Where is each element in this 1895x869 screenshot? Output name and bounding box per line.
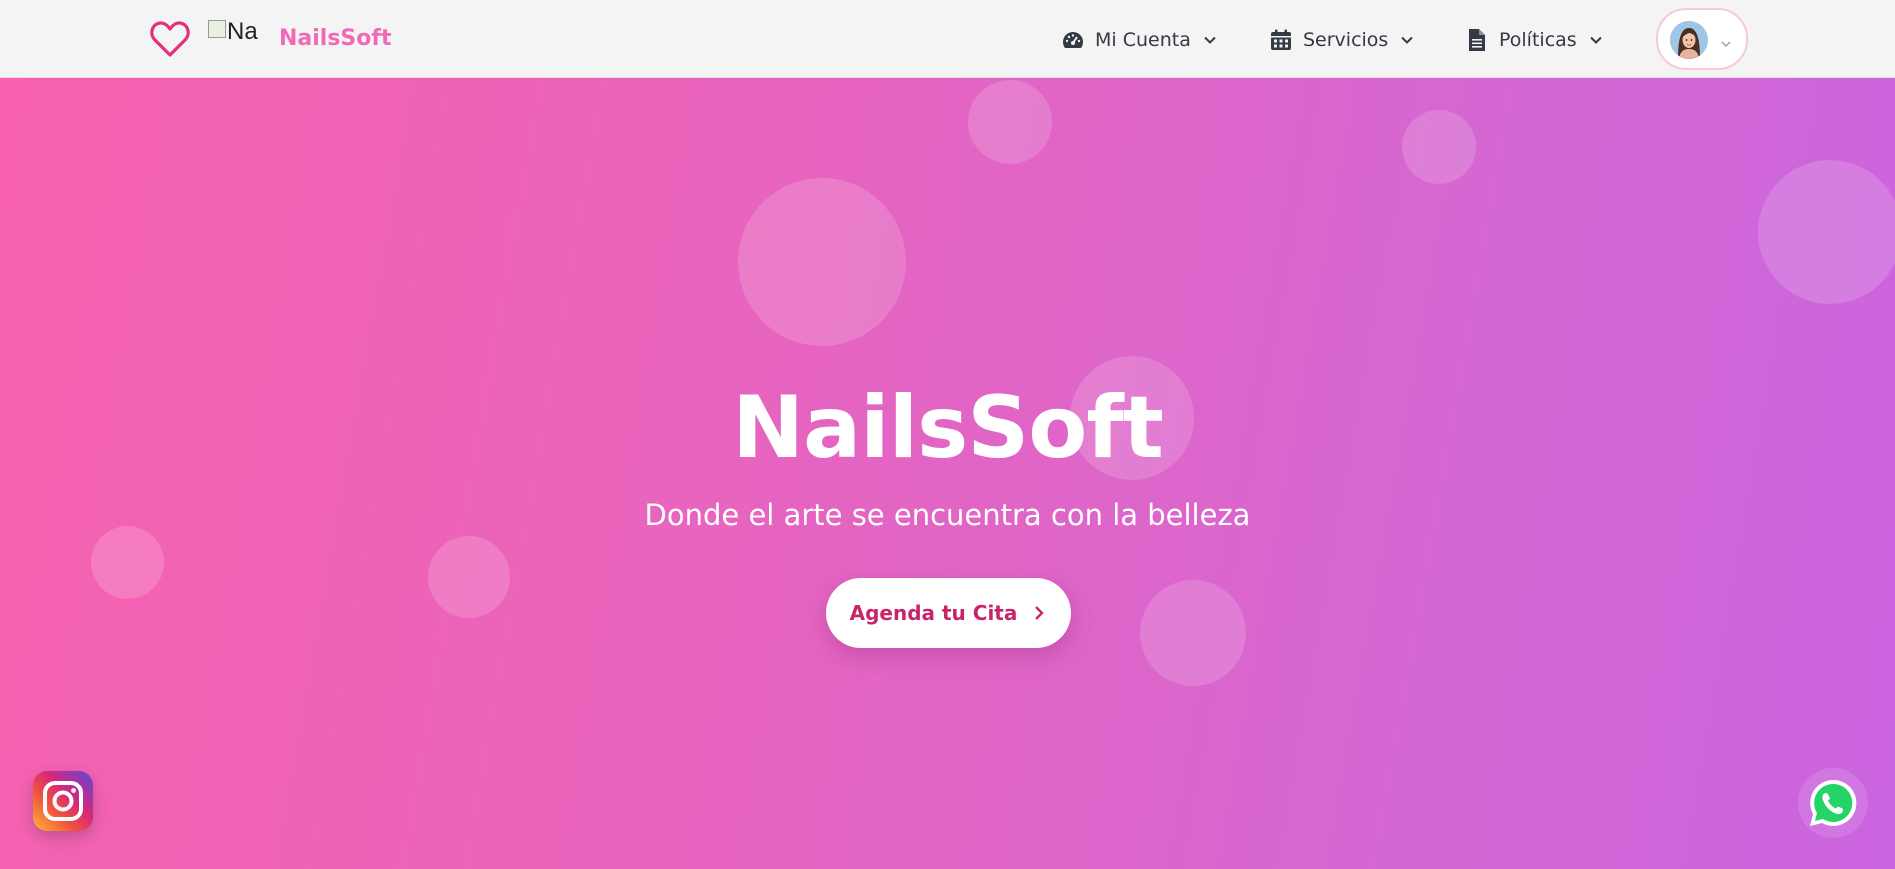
book-appointment-label: Agenda tu Cita [849, 601, 1018, 625]
hero-title: NailsSoft [732, 378, 1164, 478]
book-appointment-button[interactable]: Agenda tu Cita [826, 578, 1071, 648]
brand-logo-alt-text: Na [227, 18, 258, 45]
nav-politicas-label: Políticas [1499, 29, 1577, 51]
nav-politicas[interactable]: Políticas [1465, 26, 1603, 54]
heart-icon[interactable] [150, 20, 190, 58]
decorative-bubble [738, 178, 906, 346]
nav-mi-cuenta[interactable]: Mi Cuenta [1061, 26, 1217, 54]
nav-servicios[interactable]: Servicios [1269, 26, 1414, 54]
whatsapp-button[interactable] [1798, 768, 1868, 838]
user-avatar-icon [1670, 21, 1708, 59]
chevron-down-icon [1589, 33, 1603, 47]
brand-logo-image[interactable]: Na [208, 18, 258, 52]
nav-servicios-label: Servicios [1303, 29, 1389, 51]
decorative-bubble [428, 536, 510, 618]
decorative-bubble [1758, 160, 1895, 304]
hero-section: NailsSoft Donde el arte se encuentra con… [0, 78, 1895, 869]
decorative-bubble [1402, 110, 1476, 184]
instagram-icon[interactable] [33, 771, 93, 831]
brand-name[interactable]: NailsSoft [279, 26, 391, 51]
hero-subtitle: Donde el arte se encuentra con la bellez… [644, 498, 1251, 532]
decorative-bubble [968, 80, 1052, 164]
nav-mi-cuenta-label: Mi Cuenta [1095, 29, 1191, 51]
chevron-right-icon [1031, 605, 1047, 621]
dashboard-icon [1061, 28, 1085, 52]
broken-image-icon [208, 20, 226, 38]
calendar-icon [1269, 28, 1293, 52]
chevron-down-icon [1203, 33, 1217, 47]
chevron-down-icon [1400, 33, 1414, 47]
user-menu-button[interactable] [1656, 8, 1748, 70]
whatsapp-icon [1807, 777, 1859, 829]
decorative-bubble [91, 526, 164, 599]
chevron-down-icon [1720, 35, 1732, 48]
decorative-bubble [1140, 580, 1246, 686]
document-icon [1465, 28, 1489, 52]
top-navbar: Na NailsSoft Mi Cuenta Servicios Polític… [0, 0, 1895, 78]
